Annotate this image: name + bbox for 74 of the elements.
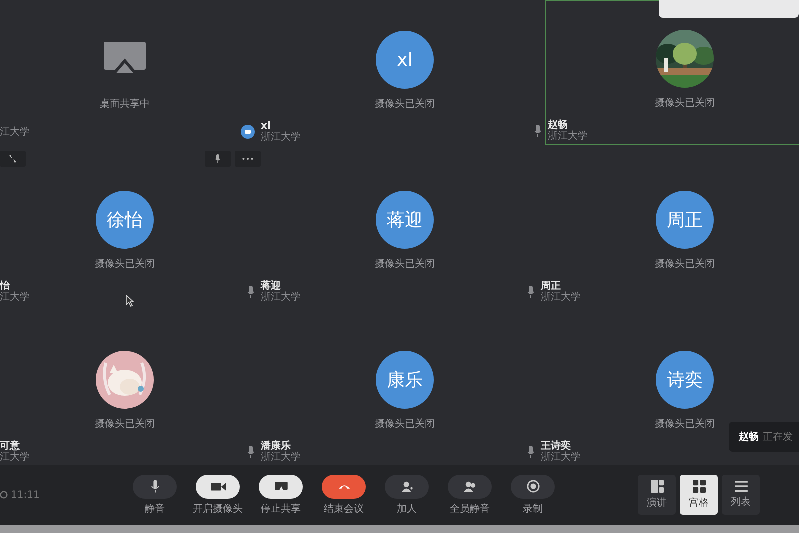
toolbar-label: 全员静音 [450,502,490,516]
mic-button[interactable] [133,474,177,498]
microphone-icon [527,286,535,298]
camera-status: 摄像头已关闭 [655,96,715,110]
camera-status: 摄像头已关闭 [375,98,435,111]
speaking-toast: 赵畅 正在发 [729,422,799,452]
speaker-layout-icon [650,480,664,493]
toolbar-label: 加人 [397,502,417,516]
organization: 浙江大学 [261,292,301,303]
organization: 浙江大学 [541,292,581,303]
toolbar-label: 静音 [145,502,165,516]
camera-status: 摄像头已关闭 [95,418,155,431]
phone-hangup-icon [338,484,350,490]
record-button[interactable] [511,474,555,498]
organization: 浙江大学 [548,131,588,142]
share-button[interactable] [259,474,303,498]
participant-name: 王诗奕 [541,441,571,452]
microphone-icon [247,286,255,298]
microphone-icon [534,125,542,137]
camera-status: 摄像头已关闭 [375,258,435,271]
toolbar-label: 开启摄像头 [193,502,243,516]
camera-status: 摄像头已关闭 [375,418,435,431]
camera-button[interactable] [196,474,240,498]
avatar: 周正 [656,191,714,249]
speaker-view-tab[interactable]: 演讲 [638,475,676,515]
microphone-icon [247,446,255,458]
list-view-tab[interactable]: 列表 [722,475,760,515]
people-icon [464,481,476,492]
meeting-timer: 11:11 [11,490,40,500]
video-badge-icon [241,125,255,139]
camera-status: 桌面共享中 [100,98,150,111]
participant-name: 可意 [0,441,20,452]
avatar: 蒋迎 [376,191,434,249]
participant-name: xl [261,121,271,132]
toolbar-label: 录制 [523,502,543,516]
expand-button[interactable] [0,151,26,167]
expand-icon [9,155,17,163]
clock-icon [0,491,8,499]
camera-icon [210,482,226,492]
hangup-button[interactable] [322,474,366,498]
microphone-icon [527,446,535,458]
grid-icon [692,480,706,493]
toolbar-label: 停止共享 [261,502,301,516]
organization: 江大学 [0,126,30,138]
avatar: xl [376,31,434,89]
avatar: 徐怡 [96,191,154,249]
organization: 江大学 [0,452,30,463]
participant-name: 赵畅 [548,120,568,131]
avatar: 康乐 [376,351,434,409]
people-button[interactable] [448,474,492,498]
toolbar-label: 结束会议 [324,502,364,516]
organization: 浙江大学 [261,452,301,463]
camera-status: 摄像头已关闭 [655,258,715,271]
participant-name: 潘康乐 [261,441,291,452]
grid-view-tab[interactable]: 宫格 [680,475,718,515]
record-icon [526,480,540,493]
list-icon [734,481,748,492]
participant-name: 周正 [541,281,561,292]
more-button[interactable] [235,151,261,167]
organization: 江大学 [0,292,30,303]
mute-button[interactable] [205,151,231,167]
mouse-pointer-icon [126,295,134,307]
screen-share-icon [274,482,288,492]
organization: 浙江大学 [261,132,301,143]
camera-status: 摄像头已关闭 [655,418,715,431]
avatar: 诗奕 [656,351,714,409]
microphone-icon [150,480,160,493]
more-icon [242,157,254,161]
organization: 浙江大学 [541,452,581,463]
add-person-icon [402,481,412,492]
camera-status: 摄像头已关闭 [95,258,155,271]
microphone-icon [215,154,221,164]
add-person-button[interactable] [385,474,429,498]
participant-name: 蒋迎 [261,281,281,292]
